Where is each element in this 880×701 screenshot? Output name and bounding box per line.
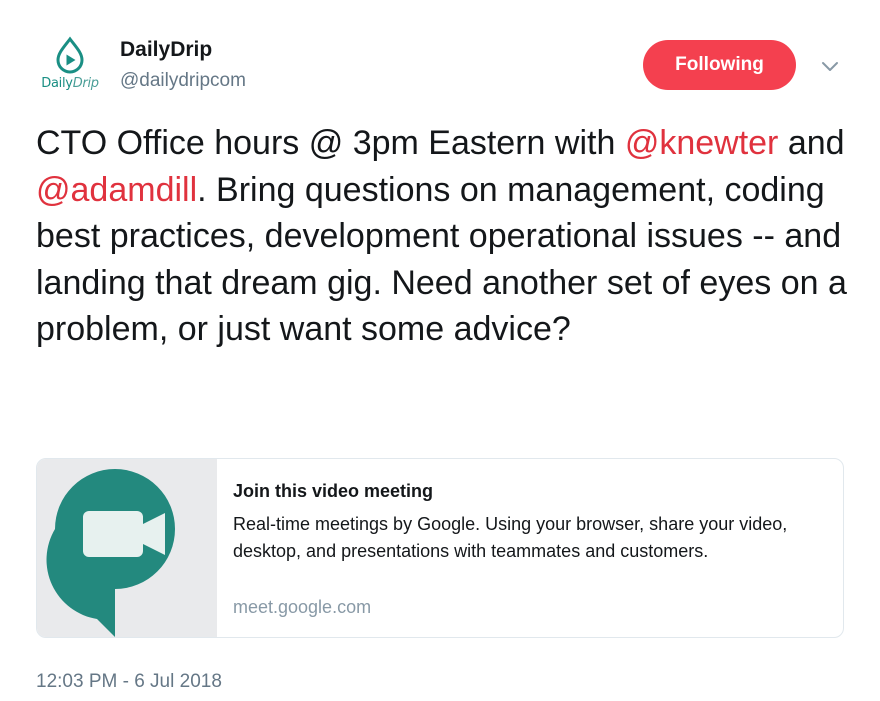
link-card[interactable]: Join this video meeting Real-time meetin…	[36, 458, 844, 638]
dailydrip-logo-icon	[56, 36, 84, 74]
card-thumbnail	[37, 459, 217, 637]
tweet: DailyDrip DailyDrip @dailydripcom Follow…	[0, 0, 880, 701]
card-description: Real-time meetings by Google. Using your…	[233, 514, 788, 561]
card-domain: meet.google.com	[233, 597, 372, 617]
user-handle[interactable]: @dailydripcom	[120, 70, 246, 92]
tweet-timestamp[interactable]: 12:03 PM - 6 Jul 2018	[36, 671, 222, 693]
following-button[interactable]: Following	[643, 40, 796, 90]
chevron-down-icon[interactable]	[818, 54, 842, 78]
avatar-wordmark: DailyDrip	[41, 76, 99, 91]
mention-knewter[interactable]: @knewter	[625, 124, 779, 162]
avatar[interactable]: DailyDrip	[34, 36, 106, 102]
mention-adamdill[interactable]: @adamdill	[36, 171, 197, 209]
tweet-text: CTO Office hours @ 3pm Eastern with @kne…	[36, 124, 847, 348]
card-title: Join this video meeting	[233, 481, 434, 501]
display-name[interactable]: DailyDrip	[120, 38, 212, 62]
google-meet-icon	[46, 469, 176, 637]
